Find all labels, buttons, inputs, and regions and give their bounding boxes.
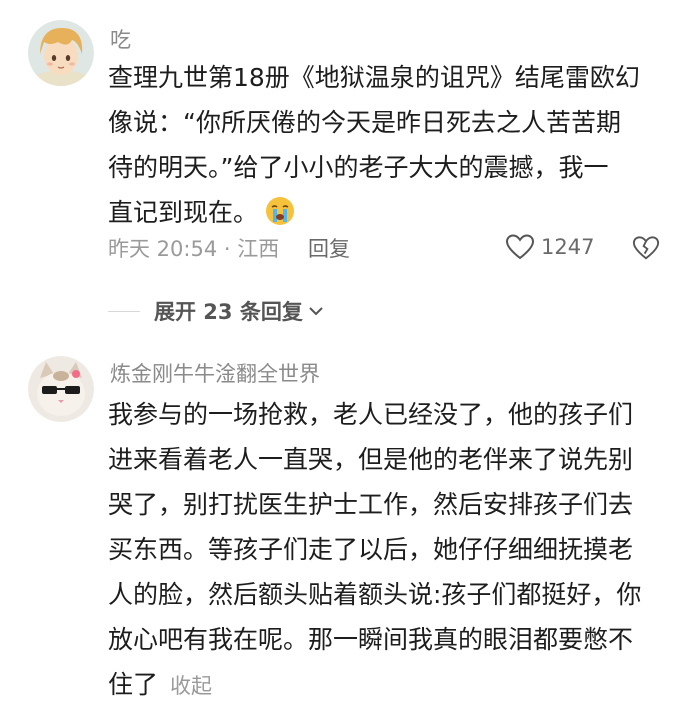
comment-line: 进来看着老人一直哭，但是他的老伴来了说先别 — [108, 445, 634, 474]
comment-line: 像说：“你所厌倦的今天是昨日死去之人苦苦期 — [108, 108, 621, 137]
comment-username[interactable]: 炼金刚牛牛淦翻全世界 — [110, 358, 320, 388]
comment-meta: 昨天 20:54 · 江西 — [108, 237, 280, 261]
comment-line-last: 住了 收起 — [108, 662, 660, 709]
comment-line: 查理九世第18册《地狱温泉的诅咒》结尾雷欧幻 — [108, 63, 640, 92]
expand-replies-label: 展开 23 条回复 — [154, 300, 303, 324]
cat-with-sunglasses-avatar-icon — [28, 356, 94, 422]
comment-line-last: 直记到现在。 — [108, 190, 660, 235]
comment-line: 人的脸，然后额头贴着额头说:孩子们都挺好，你 — [108, 580, 642, 609]
anime-boy-avatar-icon — [28, 20, 94, 86]
collapse-button[interactable]: 收起 — [170, 674, 212, 698]
like-button[interactable]: 1247 — [505, 233, 594, 261]
comment-line: 哭了，别打扰医生护士工作，然后安排孩子们去 — [108, 490, 634, 519]
comment-line: 待的明天。”给了小小的老子大大的震撼，我一 — [108, 153, 609, 182]
avatar[interactable] — [28, 356, 94, 422]
reply-button[interactable]: 回复 — [308, 233, 350, 263]
heart-icon — [505, 234, 535, 260]
comment-line: 我参与的一场抢救，老人已经没了，他的孩子们 — [108, 400, 634, 429]
comment-line-text: 住了 — [108, 670, 159, 699]
dislike-button[interactable] — [632, 234, 660, 266]
comment-text: 查理九世第18册《地狱温泉的诅咒》结尾雷欧幻 像说：“你所厌倦的今天是昨日死去之… — [108, 55, 660, 235]
broken-heart-icon — [632, 236, 660, 260]
like-count: 1247 — [541, 235, 595, 259]
expand-replies-button[interactable]: 展开 23 条回复 — [108, 296, 325, 326]
crying-face-emoji-icon — [266, 197, 295, 225]
comment-line: 买东西。等孩子们走了以后，她仔仔细细抚摸老 — [108, 535, 634, 564]
comment-username[interactable]: 吃 — [110, 24, 131, 54]
chevron-down-icon — [309, 307, 323, 316]
comment-line-text: 直记到现在。 — [108, 198, 259, 227]
comment-text: 我参与的一场抢救，老人已经没了，他的孩子们 进来看着老人一直哭，但是他的老伴来了… — [108, 392, 660, 709]
avatar[interactable] — [28, 20, 94, 86]
divider — [108, 310, 140, 312]
comment-line: 放心吧有我在呢。那一瞬间我真的眼泪都要憋不 — [108, 625, 634, 654]
